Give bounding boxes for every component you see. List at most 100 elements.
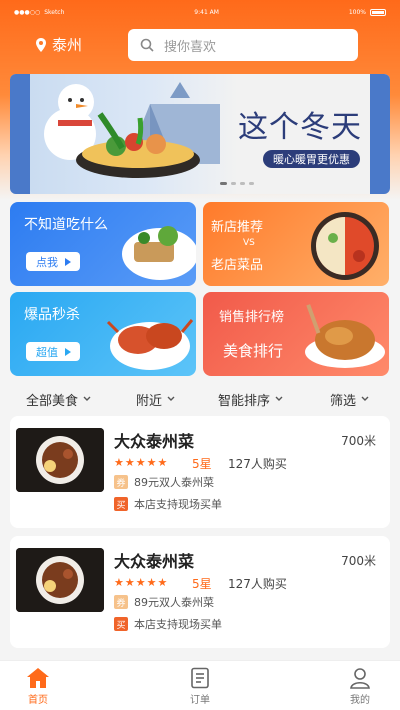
restaurant-thumbnail <box>16 428 104 492</box>
tab-label: 首页 <box>28 695 48 706</box>
tile-flash-sale[interactable]: 爆品秒杀 超值 <box>10 292 196 376</box>
filter-label: 智能排序 <box>218 393 271 409</box>
search-input[interactable]: 搜你喜欢 <box>128 29 358 61</box>
tab-label: 订单 <box>190 695 210 706</box>
signal-icon: ●●●○○ <box>14 8 41 16</box>
tile-line2: 美食排行 <box>223 342 284 360</box>
roast-chicken-image <box>305 304 385 368</box>
star-icon: ★ <box>114 576 124 589</box>
tile-vs: VS <box>243 238 255 248</box>
star-icon: ★ <box>146 456 157 469</box>
coupon-badge: 券 <box>114 595 128 609</box>
battery-icon <box>369 8 386 16</box>
pay-note: 本店支持现场买单 <box>134 498 222 511</box>
pay-badge: 买 <box>114 497 128 511</box>
profile-icon <box>350 668 370 689</box>
purchase-count: 127人购买 <box>228 577 287 591</box>
tile-sales-ranking[interactable]: 销售排行榜 美食排行 <box>203 292 389 376</box>
tile-line1: 新店推荐 <box>211 220 264 235</box>
restaurant-name: 大众泰州菜 <box>114 432 195 451</box>
filter-screen[interactable]: 筛选 <box>330 390 370 409</box>
offer-row[interactable]: 券 89元双人泰州菜 <box>114 594 214 610</box>
star-rating: ★ ★ ★ ★ ★ <box>114 576 167 589</box>
tile-action-button[interactable]: 点我 <box>26 252 80 271</box>
star-icon: ★ <box>135 456 146 469</box>
location-pin-icon <box>36 37 46 52</box>
tab-home[interactable]: 首页 <box>8 667 68 706</box>
filter-label: 附近 <box>136 393 163 409</box>
offer-text: 89元双人泰州菜 <box>134 596 214 609</box>
tile-line1: 销售排行榜 <box>219 310 285 325</box>
coupon-badge: 券 <box>114 475 128 489</box>
pay-note: 本店支持现场买单 <box>134 618 222 631</box>
promo-banner[interactable]: 这个冬天 暖心暖胃更优惠 <box>10 74 390 194</box>
tile-random-pick[interactable]: 不知道吃什么 点我 <box>10 202 196 286</box>
banner-right-band <box>370 74 390 194</box>
banner-title: 这个冬天 <box>238 110 362 145</box>
star-icon: ★ <box>157 576 168 589</box>
tile-new-vs-old[interactable]: 新店推荐 VS 老店菜品 <box>203 202 389 286</box>
tab-profile[interactable]: 我的 <box>330 667 390 706</box>
top-bar: 泰州 搜你喜欢 <box>0 28 400 64</box>
offer-text: 89元双人泰州菜 <box>134 476 214 489</box>
filter-bar: 全部美食 附近 智能排序 筛选 <box>0 384 400 414</box>
carrier: Sketch <box>44 8 65 16</box>
tile-label: 爆品秒杀 <box>24 307 80 323</box>
play-arrow-icon <box>65 257 71 266</box>
chevron-down-icon <box>167 396 175 401</box>
star-rating: ★ ★ ★ ★ ★ <box>114 456 167 469</box>
tile-label: 不知道吃什么 <box>24 217 108 233</box>
restaurant-distance: 700米 <box>341 554 376 568</box>
crab-image <box>106 319 194 370</box>
pay-badge: 买 <box>114 617 128 631</box>
chevron-down-icon <box>83 396 91 401</box>
restaurant-distance: 700米 <box>341 434 376 448</box>
tab-label: 我的 <box>350 695 370 706</box>
filter-label: 全部美食 <box>26 393 79 409</box>
rating-text: 5星 <box>192 457 212 471</box>
star-icon: ★ <box>124 576 135 589</box>
status-bar: ●●●○○ Sketch 9:41 AM 100% <box>0 0 400 24</box>
battery-percent: 100% <box>348 8 366 16</box>
banner-pager <box>220 182 254 185</box>
star-icon: ★ <box>146 576 157 589</box>
offer-row[interactable]: 券 89元双人泰州菜 <box>114 474 214 490</box>
filter-all-food[interactable]: 全部美食 <box>26 390 92 409</box>
chevron-down-icon <box>361 396 369 401</box>
city-selector[interactable]: 泰州 <box>36 34 82 55</box>
star-icon: ★ <box>124 456 135 469</box>
banner-illustration <box>44 82 220 178</box>
pay-row: 买 本店支持现场买单 <box>114 496 222 512</box>
pager-dot <box>249 182 254 185</box>
banner-left-band <box>10 74 30 194</box>
tab-orders[interactable]: 订单 <box>170 667 230 706</box>
bottom-tab-bar: 首页 订单 我的 <box>0 660 400 710</box>
filter-label: 筛选 <box>330 393 357 409</box>
filter-smart-sort[interactable]: 智能排序 <box>218 390 284 409</box>
pager-dot <box>240 182 245 185</box>
star-icon: ★ <box>135 576 146 589</box>
purchase-count: 127人购买 <box>228 457 287 471</box>
pager-dot <box>231 182 236 185</box>
tile-action-button[interactable]: 超值 <box>26 342 80 361</box>
search-icon <box>140 38 154 52</box>
star-icon: ★ <box>114 456 124 469</box>
order-icon <box>191 667 209 689</box>
button-label: 超值 <box>36 345 58 359</box>
hotpot-image <box>311 212 379 280</box>
restaurant-card[interactable]: 大众泰州菜 700米 ★ ★ ★ ★ ★ 5星 127人购买 券 89元双人泰州… <box>10 536 390 648</box>
clock: 9:41 AM <box>194 8 219 16</box>
restaurant-name: 大众泰州菜 <box>114 552 195 571</box>
search-placeholder: 搜你喜欢 <box>164 39 217 55</box>
tile-line2: 老店菜品 <box>211 258 264 273</box>
restaurant-card[interactable]: 大众泰州菜 700米 ★ ★ ★ ★ ★ 5星 127人购买 券 89元双人泰州… <box>10 416 390 528</box>
button-label: 点我 <box>36 255 58 269</box>
play-arrow-icon <box>65 347 71 356</box>
pay-row: 买 本店支持现场买单 <box>114 616 222 632</box>
food-plate-image <box>122 226 196 280</box>
filter-nearby[interactable]: 附近 <box>136 390 176 409</box>
home-icon <box>27 668 49 688</box>
chevron-down-icon <box>275 396 283 401</box>
pager-dot <box>220 182 227 185</box>
banner-subtitle: 暖心暖胃更优惠 <box>263 150 360 168</box>
